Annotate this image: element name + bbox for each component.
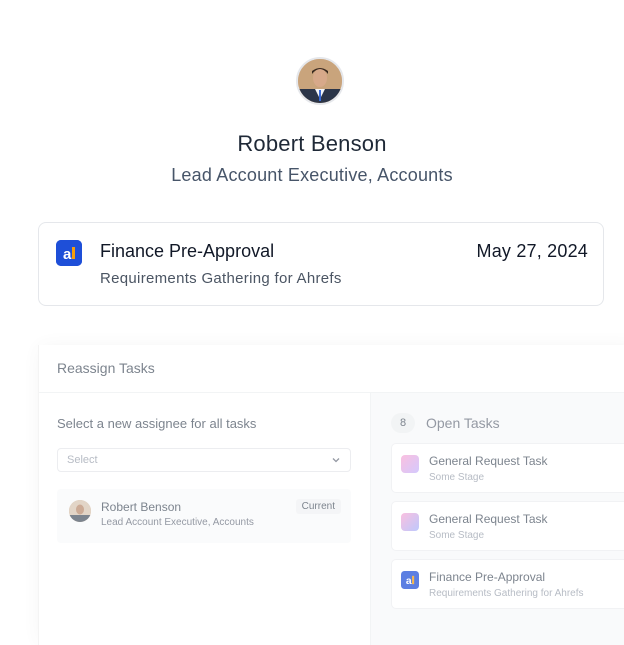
svg-text:a: a — [63, 246, 72, 263]
open-tasks-label: Open Tasks — [426, 415, 500, 431]
task-title: Finance Pre-Approval — [429, 570, 546, 584]
profile-name: Robert Benson — [237, 131, 387, 156]
profile-role: Lead Account Executive, Accounts — [171, 165, 453, 185]
deal-date: May 27, 2024 — [476, 241, 588, 261]
chevron-down-icon — [332, 458, 340, 463]
task-subtitle: Requirements Gathering for Ahrefs — [429, 588, 584, 599]
assignee-role: Lead Account Executive, Accounts — [101, 517, 254, 528]
gradient-task-icon — [401, 455, 419, 473]
ahrefs-logo-icon: a — [56, 240, 82, 266]
reassign-panel: Reassign Tasks Select a new assignee for… — [38, 345, 624, 645]
current-assignee-card[interactable]: Robert Benson Lead Account Executive, Ac… — [57, 489, 351, 543]
task-card[interactable]: General Request Task Some Stage — [391, 443, 624, 493]
task-card[interactable]: a Finance Pre-Approval Requirements Gath… — [391, 559, 624, 609]
assignee-avatar — [69, 500, 91, 522]
deal-title: Finance Pre-Approval — [100, 241, 275, 261]
task-subtitle: Some Stage — [429, 530, 485, 541]
assignee-select-label: Select a new assignee for all tasks — [57, 416, 257, 431]
profile-avatar — [296, 57, 344, 105]
person-photo-icon — [298, 59, 342, 103]
ahrefs-logo-icon: a — [401, 571, 419, 589]
task-title: General Request Task — [429, 512, 548, 526]
task-subtitle: Some Stage — [429, 472, 485, 483]
open-tasks-column: 8 Open Tasks General Request Task Some S… — [370, 393, 624, 645]
task-title: General Request Task — [429, 454, 548, 468]
panel-title: Reassign Tasks — [57, 360, 155, 376]
open-tasks-count: 8 — [391, 413, 415, 433]
task-card[interactable]: General Request Task Some Stage — [391, 501, 624, 551]
assignee-name: Robert Benson — [101, 500, 182, 514]
deal-subtitle: Requirements Gathering for Ahrefs — [100, 270, 342, 287]
assignee-select[interactable]: Select — [57, 448, 351, 472]
person-photo-icon — [69, 500, 91, 522]
deal-card[interactable]: a Finance Pre-Approval Requirements Gath… — [38, 222, 604, 306]
svg-text:a: a — [406, 576, 412, 587]
gradient-task-icon — [401, 513, 419, 531]
select-placeholder: Select — [67, 454, 98, 466]
current-badge: Current — [295, 499, 341, 514]
